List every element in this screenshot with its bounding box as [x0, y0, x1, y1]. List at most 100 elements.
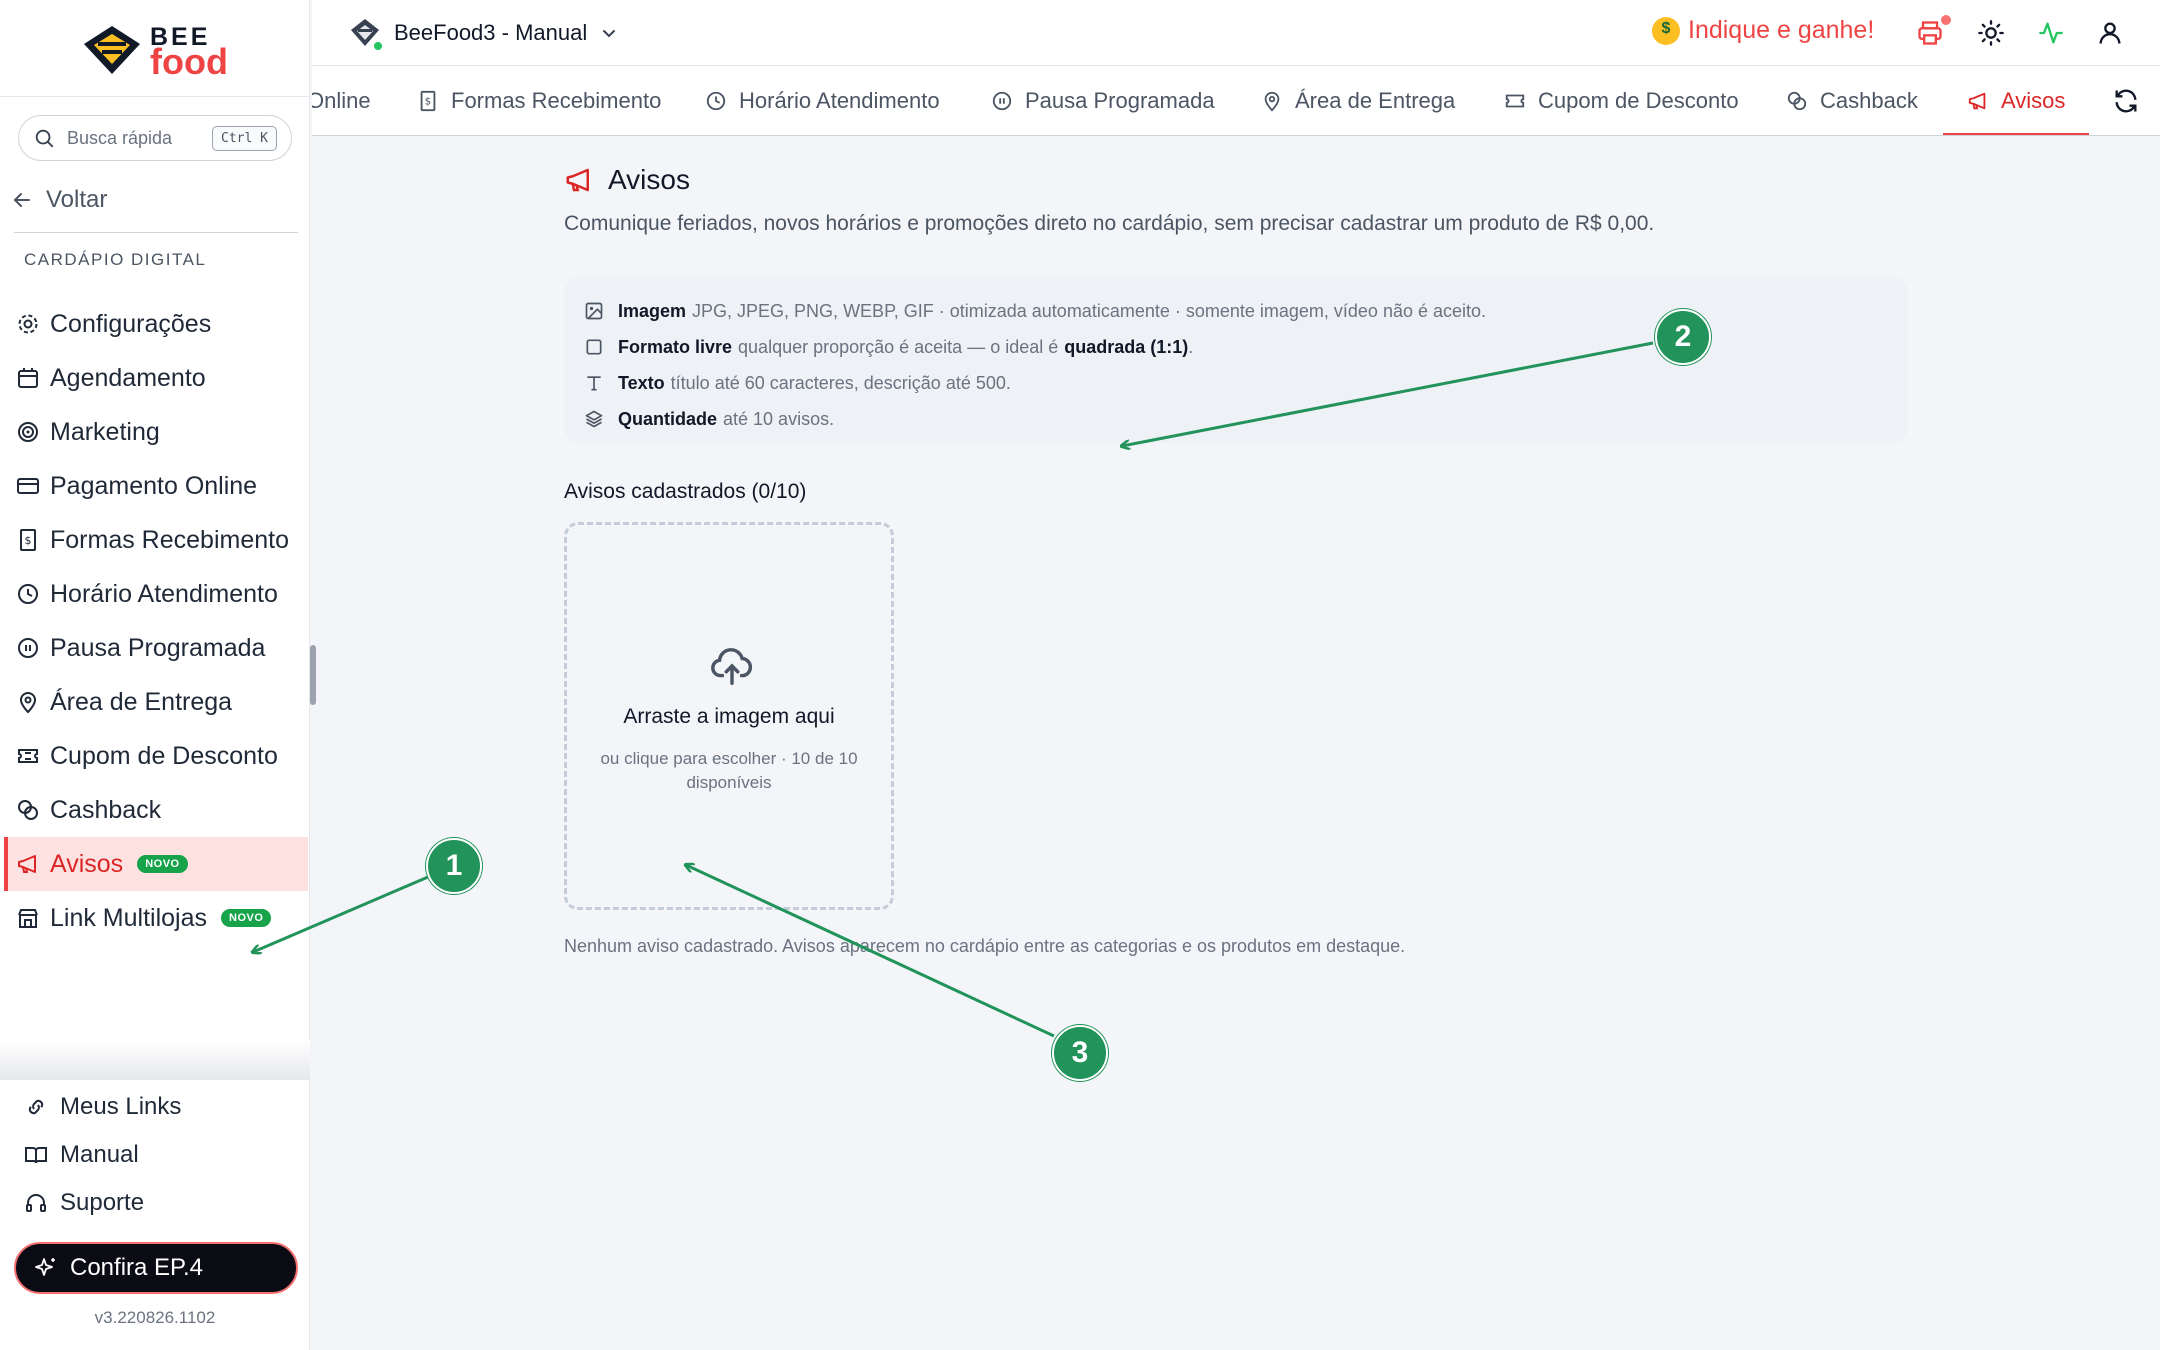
tab-formas-recebimento[interactable]: $ Formas Recebimento: [417, 66, 661, 135]
bee-logo-icon: [84, 26, 140, 74]
meus-links-link[interactable]: Meus Links: [0, 1083, 310, 1131]
tab-cupom-de-desconto[interactable]: Cupom de Desconto: [1504, 66, 1739, 135]
user-icon[interactable]: [2096, 19, 2124, 47]
sidebar-item-label: Avisos: [50, 849, 124, 878]
pause-icon: [18, 638, 38, 658]
money-face-icon: [1652, 16, 1680, 45]
cta-label: Confira EP.4: [70, 1254, 203, 1281]
gear-icon: [18, 314, 38, 334]
requirement-text: qualquer proporção é aceita — o ideal é: [738, 336, 1059, 357]
divider: [0, 96, 310, 97]
sidebar-item-pausa-programada[interactable]: Pausa Programada: [0, 621, 308, 675]
sidebar-item-marketing[interactable]: Marketing: [0, 405, 308, 459]
sidebar-item-cashback[interactable]: Cashback: [0, 783, 308, 837]
sidebar-item-pagamento-online[interactable]: Pagamento Online: [0, 459, 308, 513]
divider: [14, 232, 298, 233]
sidebar-item-label: Agendamento: [50, 363, 206, 392]
svg-text:$: $: [425, 97, 431, 108]
calendar-icon: [18, 368, 38, 388]
tab-pagamento-online[interactable]: Online: [312, 66, 371, 135]
sidebar-item-area-de-entrega[interactable]: Área de Entrega: [0, 675, 308, 729]
tab-area-de-entrega[interactable]: Área de Entrega: [1261, 66, 1455, 135]
store-name: BeeFood3 - Manual: [394, 20, 588, 45]
online-status-dot: [372, 40, 384, 52]
section-title: CARDÁPIO DIGITAL: [24, 250, 207, 269]
credit-card-icon: [17, 478, 39, 494]
tab-label: Cashback: [1820, 88, 1918, 113]
tab-bar: Online $ Formas Recebimento Horário Aten…: [312, 66, 2160, 136]
confira-ep-button[interactable]: Confira EP.4: [14, 1242, 298, 1294]
megaphone-icon: [18, 855, 36, 873]
sidebar-item-horario-atendimento[interactable]: Horário Atendimento: [0, 567, 308, 621]
requirement-tail: .: [1188, 336, 1194, 357]
annotation-arrows: [0, 341, 1654, 1038]
notification-dot: [1941, 15, 1951, 25]
quick-search-input[interactable]: Busca rápida Ctrl K: [18, 115, 292, 161]
back-label: Voltar: [46, 186, 108, 213]
sidebar-item-cupom-de-desconto[interactable]: Cupom de Desconto: [0, 729, 308, 783]
layers-icon: [585, 410, 603, 428]
requirement-text: título até 60 caracteres, descrição até …: [670, 372, 1011, 393]
pause-icon: [992, 91, 1012, 111]
store-selector[interactable]: BeeFood3 - Manual: [348, 16, 617, 52]
sidebar-item-link-multilojas[interactable]: Link Multilojas NOVO: [0, 891, 308, 945]
tab-label: Online: [312, 88, 371, 113]
sidebar-item-label: Pagamento Online: [50, 471, 258, 500]
tab-label: Cupom de Desconto: [1538, 88, 1739, 113]
sun-icon[interactable]: [1977, 19, 2005, 47]
map-pin-icon: [19, 692, 37, 714]
tab-pausa-programada[interactable]: Pausa Programada: [991, 66, 1215, 135]
requirement-text: até 10 avisos.: [723, 408, 835, 429]
page-subtitle: Comunique feriados, novos horários e pro…: [564, 212, 1655, 235]
sidebar-item-configuracoes[interactable]: Configurações: [0, 297, 308, 351]
requirements-box: Imagem JPG, JPEG, PNG, WEBP, GIF · otimi…: [564, 277, 1908, 443]
coins-icon: [18, 800, 38, 820]
tab-label: Pausa Programada: [1025, 88, 1215, 113]
back-link[interactable]: Voltar: [12, 186, 107, 214]
tab-avisos[interactable]: Avisos: [1942, 66, 2090, 135]
footer-link-label: Meus Links: [60, 1093, 182, 1120]
requirement-text-length: Texto título até 60 caracteres, descriçã…: [584, 365, 1888, 401]
annotation-marker-2: 2: [1655, 309, 1711, 365]
store-icon: [18, 909, 38, 928]
store-avatar: [348, 16, 384, 52]
new-badge: NOVO: [221, 909, 272, 927]
sidebar-footer-links: Meus Links Manual Suporte: [0, 1083, 310, 1227]
manual-link[interactable]: Manual: [0, 1131, 310, 1179]
square-icon: [586, 339, 602, 355]
tab-label: Horário Atendimento: [739, 88, 940, 113]
annotation-marker-3: 3: [1052, 1025, 1108, 1081]
tab-label: Avisos: [2001, 88, 2066, 113]
annotation-marker-1: 1: [426, 838, 482, 894]
suporte-link[interactable]: Suporte: [0, 1179, 310, 1227]
beefood-logo[interactable]: BEE food: [80, 22, 240, 82]
sidebar-item-avisos[interactable]: Avisos NOVO: [4, 837, 308, 891]
sidebar-item-label: Horário Atendimento: [50, 579, 278, 608]
search-placeholder: Busca rápida: [67, 127, 173, 148]
sidebar-item-label: Cupom de Desconto: [50, 741, 278, 770]
printer-icon[interactable]: [1916, 19, 1944, 47]
sidebar-item-agendamento[interactable]: Agendamento: [0, 351, 308, 405]
ticket-icon: [1505, 94, 1525, 108]
tab-cashback[interactable]: Cashback: [1786, 66, 1918, 135]
sidebar-scrollbar[interactable]: [310, 645, 316, 705]
referral-link[interactable]: Indique e ganhe!: [1652, 16, 1874, 45]
referral-label: Indique e ganhe!: [1688, 16, 1875, 44]
version-text: v3.220826.1102: [94, 1308, 216, 1327]
activity-icon[interactable]: [2037, 19, 2065, 47]
dropzone-title: Arraste a imagem aqui: [623, 705, 835, 728]
headset-icon: [26, 1194, 46, 1212]
sidebar-item-label: Configurações: [50, 309, 212, 338]
sidebar-item-formas-recebimento[interactable]: $ Formas Recebimento: [0, 513, 308, 567]
book-icon: [25, 1147, 47, 1164]
dropzone-subtitle: ou clique para escolher · 10 de 10 dispo…: [600, 749, 858, 792]
refresh-icon[interactable]: [2112, 87, 2140, 115]
footer-link-label: Manual: [60, 1141, 139, 1168]
image-dropzone[interactable]: Arraste a imagem aqui ou clique para esc…: [564, 522, 894, 910]
target-icon: [18, 422, 38, 442]
tab-horario-atendimento[interactable]: Horário Atendimento: [705, 66, 940, 135]
ticket-icon: [18, 749, 38, 763]
logo-text-food: food: [150, 41, 228, 82]
sidebar-item-label: Formas Recebimento: [50, 525, 289, 554]
coins-icon: [1787, 91, 1807, 111]
